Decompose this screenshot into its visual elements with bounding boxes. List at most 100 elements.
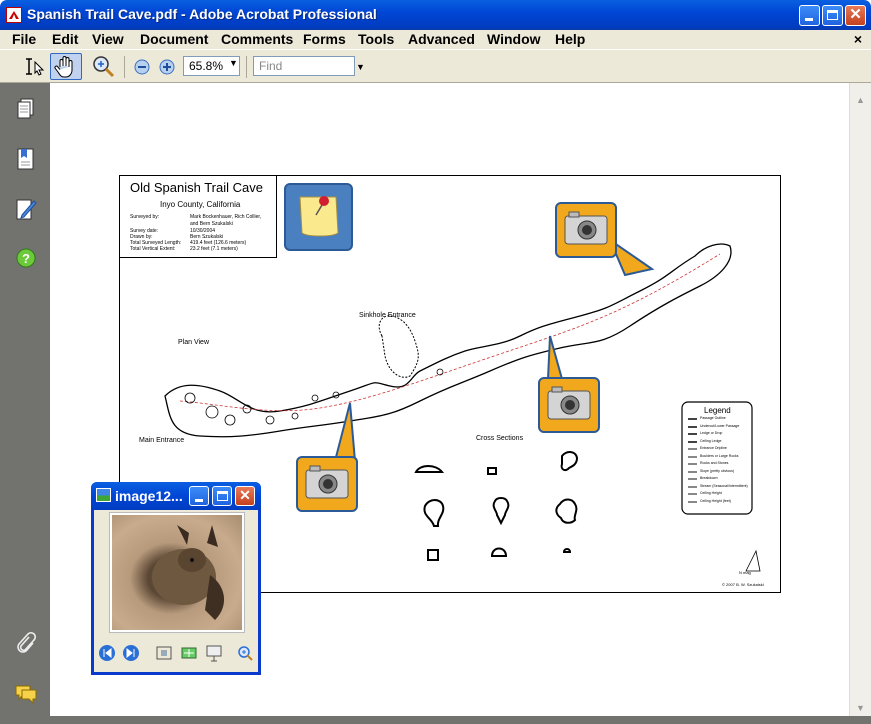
magnifier-icon [93, 56, 115, 78]
cross-sections-label: Cross Sections [476, 435, 524, 442]
legend-item-label: Undercut/Lower Passage [700, 423, 740, 428]
legend-swatch [688, 463, 697, 465]
legend-item: Slope (pretty obvious) [688, 469, 750, 477]
image-viewer-title: image12... [115, 488, 183, 504]
image-maximize-button[interactable] [212, 486, 232, 506]
legend-item-label: Slope (pretty obvious) [700, 468, 735, 473]
comments-icon[interactable] [14, 681, 38, 705]
attachments-icon[interactable] [14, 631, 38, 655]
find-dropdown-arrow-icon[interactable]: ▼ [356, 62, 365, 72]
navigation-pane: ? [0, 83, 50, 716]
legend-swatch [688, 493, 697, 495]
plus-circle-icon [159, 59, 175, 75]
menu-forms[interactable]: Forms [303, 31, 346, 47]
menu-window[interactable]: Window [487, 31, 541, 47]
legend-item: Boulders or Large Rocks [688, 454, 750, 462]
main-entrance-label: Main Entrance [139, 437, 185, 444]
legend-item-label: Breakdown [700, 476, 718, 480]
legend-item-label: Entrance Dripline [700, 446, 727, 450]
legend-item-label: Passage Outline [700, 416, 726, 420]
hand-tool-button[interactable] [50, 53, 82, 80]
menu-view[interactable]: View [92, 31, 124, 47]
bat-image [152, 525, 225, 620]
signatures-icon[interactable] [14, 197, 38, 221]
close-button[interactable]: ✕ [845, 5, 866, 26]
image-viewer-title-bar[interactable]: image12... ✕ [91, 482, 261, 510]
legend-item-label: Ledge or Drop [700, 431, 723, 435]
legend-item-label: Rocks and Stones [700, 461, 729, 465]
pages-icon[interactable] [14, 97, 38, 121]
legend-swatch [688, 485, 697, 488]
image-viewer-window[interactable]: image12... ✕ [91, 482, 261, 675]
image-minimize-button[interactable] [189, 486, 209, 506]
legend-item-label: Ceiling Ledge [700, 438, 722, 443]
north-arrow-label: N mag [739, 570, 751, 575]
vertical-scrollbar[interactable]: ▲ ▼ [849, 83, 871, 716]
camera-annotation-3[interactable] [296, 456, 358, 512]
camera-annotation-2[interactable] [538, 377, 600, 433]
window-title: Spanish Trail Cave.pdf - Adobe Acrobat P… [27, 6, 377, 22]
menu-advanced[interactable]: Advanced [408, 31, 475, 47]
image-file-icon [96, 488, 111, 502]
legend-item: Ledge or Drop [688, 431, 750, 439]
legend-swatch [688, 455, 697, 458]
camera-icon [547, 386, 591, 420]
text-cursor-icon [26, 58, 45, 76]
minus-circle-icon [134, 59, 150, 75]
legend-item-label: Stream (Seasonal/Intermittent) [700, 483, 748, 488]
actual-size-icon[interactable] [155, 644, 173, 662]
menu-comments[interactable]: Comments [221, 31, 293, 47]
menu-document[interactable]: Document [140, 31, 208, 47]
camera-icon [564, 211, 608, 245]
image-viewer-controls [94, 640, 258, 668]
next-image-icon[interactable] [122, 644, 140, 662]
map-copyright: © 2007 B. W. Szukalski [722, 582, 764, 587]
menu-file[interactable]: File [12, 31, 36, 47]
zoom-out-button[interactable] [132, 53, 152, 80]
menu-edit[interactable]: Edit [52, 31, 78, 47]
menu-help[interactable]: Help [555, 31, 585, 47]
legend-swatch [688, 425, 697, 428]
legend-item: Undercut/Lower Passage [688, 424, 750, 432]
zoom-tool-button[interactable] [90, 53, 118, 80]
sticky-note-annotation[interactable] [284, 183, 353, 251]
scroll-down-arrow-icon[interactable]: ▼ [856, 703, 865, 713]
legend-title: Legend [704, 406, 731, 415]
legend-item: Passage Outline [688, 416, 750, 424]
zoom-dropdown-arrow-icon[interactable]: ▼ [229, 58, 238, 68]
previous-image-icon[interactable] [98, 644, 116, 662]
menu-tools[interactable]: Tools [358, 31, 394, 47]
camera-annotation-1[interactable] [555, 202, 617, 258]
legend-item: Ceiling Height (feet) [688, 499, 750, 507]
legend-item-label: Ceiling Height (feet) [700, 498, 731, 503]
bookmarks-icon[interactable] [14, 147, 38, 171]
document-close-button[interactable]: × [854, 31, 862, 47]
legend-item: Ceiling Height [688, 491, 750, 499]
legend-item: Rocks and Stones [688, 461, 750, 469]
plan-view-label: Plan View [178, 339, 210, 346]
sinkhole-entrance-label: Sinkhole Entrance [359, 312, 416, 319]
camera-icon [305, 465, 349, 499]
acrobat-app-icon [6, 7, 22, 23]
slideshow-icon[interactable] [205, 644, 223, 662]
legend-item: Entrance Dripline [688, 446, 750, 454]
select-tool-button[interactable] [18, 53, 46, 80]
bat-photo [109, 512, 245, 633]
legend-swatch [688, 433, 697, 435]
legend-item: Stream (Seasonal/Intermittent) [688, 484, 750, 492]
svg-text:?: ? [22, 251, 30, 266]
scroll-up-arrow-icon[interactable]: ▲ [856, 95, 865, 105]
help-icon[interactable]: ? [14, 246, 38, 270]
toolbar-separator [246, 56, 247, 78]
fit-window-icon[interactable] [180, 644, 198, 662]
maximize-button[interactable] [822, 5, 843, 26]
legend-swatch [688, 448, 697, 450]
zoom-in-button[interactable] [157, 53, 177, 80]
title-bar: Spanish Trail Cave.pdf - Adobe Acrobat P… [0, 0, 871, 30]
zoom-image-icon[interactable] [236, 644, 254, 662]
legend-swatch [688, 478, 697, 480]
find-input[interactable]: Find [253, 56, 355, 76]
image-close-button[interactable]: ✕ [235, 486, 255, 506]
hand-icon [54, 56, 73, 78]
minimize-button[interactable] [799, 5, 820, 26]
